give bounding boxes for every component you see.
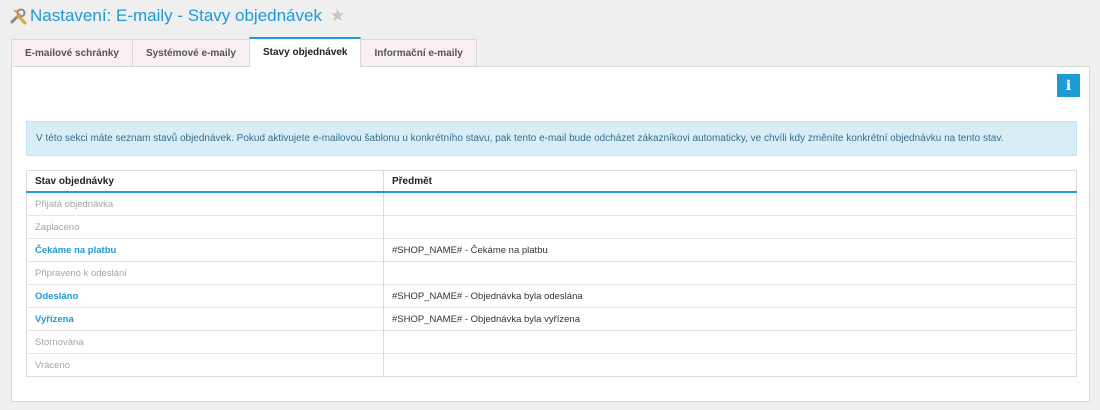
page-title: Nastavení: E-maily - Stavy objednávek [30, 6, 322, 25]
state-label: Připraveno k odeslání [35, 267, 127, 279]
subject-cell [383, 261, 1077, 285]
subject-cell: #SHOP_NAME# - Objednávka byla odeslána [383, 284, 1077, 308]
table-row: Stornována [26, 330, 1077, 354]
subject-cell: #SHOP_NAME# - Čekáme na platbu [383, 238, 1077, 262]
state-link[interactable]: Odesláno [35, 291, 78, 302]
subject-cell [383, 330, 1077, 354]
table-header-row: Stav objednávky Předmět [26, 170, 1077, 193]
state-cell: Přijatá objednávka [26, 191, 384, 216]
state-label: Přijatá objednávka [35, 198, 114, 210]
tab-info-emails[interactable]: Informační e-maily [360, 39, 477, 67]
state-label: Stornována [35, 336, 84, 348]
column-header-subject: Předmět [383, 170, 1077, 193]
state-cell: Čekáme na platbu [26, 238, 384, 262]
table-row: Vráceno [26, 353, 1077, 377]
state-cell: Připraveno k odeslání [26, 261, 384, 285]
page-header: Nastavení: E-maily - Stavy objednávek ★ [10, 5, 345, 27]
state-cell: Zaplaceno [26, 215, 384, 239]
content-panel: i V této sekci máte seznam stavů objedná… [11, 66, 1090, 402]
subject-cell: #SHOP_NAME# - Objednávka byla vyřízena [383, 307, 1077, 331]
state-link[interactable]: Čekáme na platbu [35, 245, 116, 256]
table-row: Zaplaceno [26, 215, 1077, 239]
state-label: Vráceno [35, 359, 71, 371]
tools-icon [10, 8, 27, 25]
state-cell: Vyřízena [26, 307, 384, 331]
tab-order-states[interactable]: Stavy objednávek [249, 37, 362, 67]
table-row: Připraveno k odeslání [26, 261, 1077, 285]
info-button[interactable]: i [1057, 74, 1080, 97]
state-cell: Odesláno [26, 284, 384, 308]
table-row: Vyřízena #SHOP_NAME# - Objednávka byla v… [26, 307, 1077, 331]
subject-cell [383, 215, 1077, 239]
info-icon: i [1065, 77, 1072, 94]
column-header-state: Stav objednávky [26, 170, 384, 193]
subject-cell [383, 191, 1077, 216]
tab-email-boxes[interactable]: E-mailové schránky [11, 39, 133, 67]
state-cell: Stornována [26, 330, 384, 354]
order-states-table: Stav objednávky Předmět Přijatá objednáv… [26, 170, 1077, 377]
state-label: Zaplaceno [35, 221, 80, 233]
table-row: Čekáme na platbu #SHOP_NAME# - Čekáme na… [26, 238, 1077, 262]
state-link[interactable]: Vyřízena [35, 314, 74, 325]
table-row: Odesláno #SHOP_NAME# - Objednávka byla o… [26, 284, 1077, 308]
subject-cell [383, 353, 1077, 377]
table-row: Přijatá objednávka [26, 191, 1077, 216]
tab-bar: E-mailové schránky Systémové e-maily Sta… [11, 37, 477, 67]
state-cell: Vráceno [26, 353, 384, 377]
star-icon[interactable]: ★ [330, 6, 345, 26]
info-alert: V této sekci máte seznam stavů objednáve… [26, 121, 1077, 156]
tab-system-emails[interactable]: Systémové e-maily [131, 39, 250, 67]
